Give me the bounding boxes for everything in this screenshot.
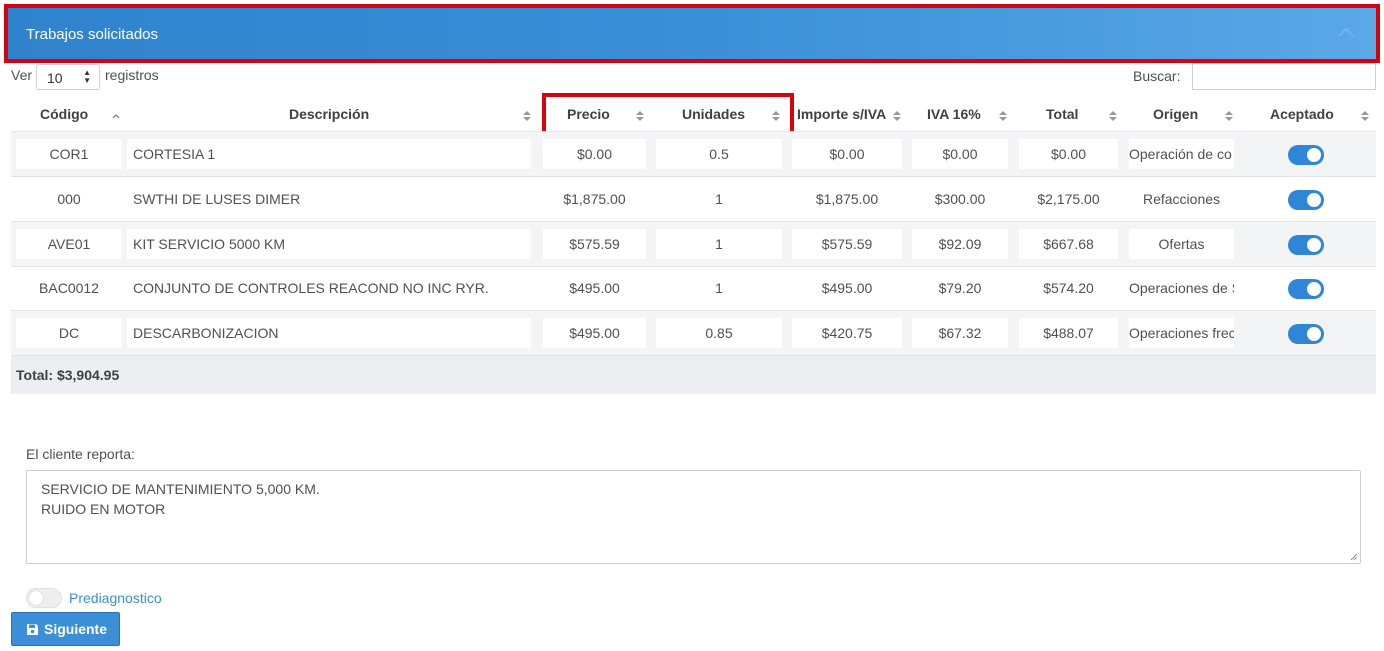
cell-unidades: 1	[715, 280, 723, 296]
cell-descripcion: CORTESIA 1	[127, 139, 531, 169]
cell-descripcion: KIT SERVICIO 5000 KM	[127, 229, 531, 259]
cell-origen: Operaciones frec	[1129, 318, 1234, 348]
cell-codigo: AVE01	[16, 229, 122, 259]
toggle-knob	[1307, 282, 1321, 296]
save-icon	[27, 624, 38, 635]
cell-unidades: 1	[656, 229, 782, 259]
cell-precio: $495.00	[569, 280, 620, 296]
cell-origen: Ofertas	[1129, 229, 1234, 259]
sort-icon[interactable]	[999, 110, 1007, 122]
header-total[interactable]: Total	[1046, 106, 1078, 122]
cell-importe: $420.75	[792, 318, 902, 348]
table-row[interactable]: DC DESCARBONIZACION $495.00 0.85 $420.75…	[11, 311, 1376, 356]
report-label: El cliente reporta:	[26, 446, 135, 462]
header-iva[interactable]: IVA 16%	[927, 106, 981, 122]
cell-precio: $0.00	[543, 139, 646, 169]
cell-precio: $1,875.00	[563, 191, 626, 207]
cell-iva: $0.00	[912, 139, 1008, 169]
cell-descripcion: DESCARBONIZACION	[127, 318, 531, 348]
cell-importe: $495.00	[821, 280, 873, 296]
sort-icon[interactable]	[893, 110, 901, 122]
report-textarea[interactable]: SERVICIO DE MANTENIMIENTO 5,000 KM. RUID…	[26, 470, 1361, 564]
panel-header[interactable]: Trabajos solicitados	[4, 4, 1380, 63]
aceptado-toggle[interactable]	[1288, 279, 1324, 299]
header-aceptado[interactable]: Aceptado	[1270, 106, 1334, 122]
sort-icon[interactable]	[523, 110, 531, 122]
cell-iva: $67.32	[912, 318, 1008, 348]
table-total: Total: $3,904.95	[16, 367, 120, 383]
sort-icon[interactable]	[1109, 110, 1117, 122]
aceptado-toggle[interactable]	[1288, 235, 1324, 255]
aceptado-toggle[interactable]	[1288, 324, 1324, 344]
header-importe[interactable]: Importe s/IVA	[797, 106, 886, 122]
cell-unidades: 1	[715, 191, 723, 207]
header-codigo[interactable]: Código	[40, 106, 88, 122]
cell-total: $0.00	[1019, 139, 1118, 169]
select-arrows-icon: ▲ ▼	[83, 68, 91, 85]
search-input[interactable]	[1192, 63, 1376, 90]
page-length-select[interactable]: 10 ▲ ▼	[36, 64, 100, 90]
cell-descripcion: CONJUNTO DE CONTROLES REACOND NO INC RYR…	[133, 280, 489, 296]
cell-total: $2,175.00	[1037, 191, 1100, 207]
search-label: Buscar:	[1133, 68, 1181, 84]
cell-descripcion: SWTHI DE LUSES DIMER	[133, 191, 301, 207]
registros-label: registros	[105, 67, 159, 83]
toggle-knob	[1307, 238, 1321, 252]
cell-total: $488.07	[1019, 318, 1118, 348]
cell-origen: Refacciones	[1142, 191, 1221, 207]
table-row[interactable]: BAC0012 CONJUNTO DE CONTROLES REACOND NO…	[11, 266, 1376, 311]
sort-asc-icon[interactable]	[112, 110, 120, 122]
cell-origen: Operaciones de S	[1129, 280, 1234, 296]
cell-importe: $575.59	[792, 229, 902, 259]
toggle-knob	[1307, 148, 1321, 162]
header-origen[interactable]: Origen	[1153, 106, 1198, 122]
next-button[interactable]: Siguiente	[11, 612, 120, 646]
table-row[interactable]: 000 SWTHI DE LUSES DIMER $1,875.00 1 $1,…	[11, 177, 1376, 222]
page-length-value: 10	[47, 70, 63, 86]
toggle-knob	[1307, 193, 1321, 207]
cell-iva: $79.20	[938, 280, 982, 296]
cell-unidades: 0.5	[656, 139, 782, 169]
resize-grip-icon[interactable]	[1350, 553, 1358, 561]
aceptado-toggle[interactable]	[1288, 190, 1324, 210]
table-row[interactable]: AVE01 KIT SERVICIO 5000 KM $575.59 1 $57…	[11, 222, 1376, 267]
cell-total: $574.20	[1043, 280, 1094, 296]
next-button-label: Siguiente	[44, 621, 108, 637]
cell-origen: Operación de co	[1129, 139, 1234, 169]
cell-codigo: DC	[16, 318, 122, 348]
cell-precio: $495.00	[543, 318, 646, 348]
chevron-up-icon[interactable]	[1338, 26, 1354, 38]
cell-precio: $575.59	[543, 229, 646, 259]
cell-codigo: COR1	[16, 139, 122, 169]
toggle-knob	[1307, 327, 1321, 341]
sort-icon[interactable]	[1225, 110, 1233, 122]
prediagnostico-toggle[interactable]	[26, 588, 62, 608]
cell-codigo: 000	[57, 191, 81, 207]
toggle-knob	[29, 591, 43, 605]
panel-title: Trabajos solicitados	[26, 26, 159, 43]
sort-icon[interactable]	[1361, 110, 1369, 122]
cell-iva: $92.09	[912, 229, 1008, 259]
cell-total: $667.68	[1019, 229, 1118, 259]
prediagnostico-label[interactable]: Prediagnostico	[69, 590, 162, 606]
cell-iva: $300.00	[934, 191, 986, 207]
aceptado-toggle[interactable]	[1288, 145, 1324, 165]
cell-codigo: BAC0012	[39, 280, 99, 296]
cell-unidades: 0.85	[656, 318, 782, 348]
ver-label: Ver	[11, 67, 33, 83]
cell-importe: $1,875.00	[815, 191, 879, 207]
highlight-box	[542, 93, 794, 136]
table-total-row: Total: $3,904.95	[11, 356, 1376, 394]
cell-importe: $0.00	[792, 139, 902, 169]
header-descripcion[interactable]: Descripción	[289, 106, 369, 122]
table-row[interactable]: COR1 CORTESIA 1 $0.00 0.5 $0.00 $0.00 $0…	[11, 132, 1376, 177]
